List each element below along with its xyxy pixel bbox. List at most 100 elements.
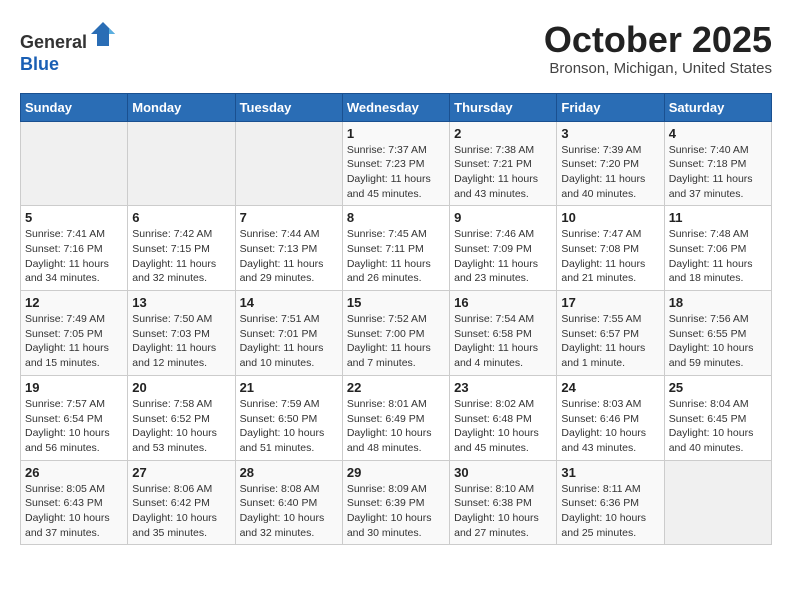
calendar-cell: [235, 121, 342, 206]
calendar-cell: 25 Sunrise: 8:04 AM Sunset: 6:45 PM Dayli…: [664, 375, 771, 460]
day-info: Sunrise: 7:42 AM Sunset: 7:15 PM Dayligh…: [132, 227, 230, 286]
day-info: Sunrise: 7:51 AM Sunset: 7:01 PM Dayligh…: [240, 312, 338, 371]
weekday-header: Friday: [557, 93, 664, 121]
calendar-week-row: 1 Sunrise: 7:37 AM Sunset: 7:23 PM Daylig…: [21, 121, 772, 206]
calendar-cell: 27 Sunrise: 8:06 AM Sunset: 6:42 PM Dayli…: [128, 460, 235, 545]
calendar-cell: 18 Sunrise: 7:56 AM Sunset: 6:55 PM Dayli…: [664, 291, 771, 376]
day-info: Sunrise: 7:46 AM Sunset: 7:09 PM Dayligh…: [454, 227, 552, 286]
calendar-table: SundayMondayTuesdayWednesdayThursdayFrid…: [20, 93, 772, 546]
day-number: 19: [25, 380, 123, 395]
day-info: Sunrise: 7:57 AM Sunset: 6:54 PM Dayligh…: [25, 397, 123, 456]
weekday-header: Thursday: [450, 93, 557, 121]
calendar-cell: 19 Sunrise: 7:57 AM Sunset: 6:54 PM Dayli…: [21, 375, 128, 460]
calendar-cell: 26 Sunrise: 8:05 AM Sunset: 6:43 PM Dayli…: [21, 460, 128, 545]
day-info: Sunrise: 7:38 AM Sunset: 7:21 PM Dayligh…: [454, 143, 552, 202]
weekday-header: Tuesday: [235, 93, 342, 121]
weekday-header: Saturday: [664, 93, 771, 121]
calendar-cell: 28Sunrise: 8:08 AM Sunset: 6:40 PM Dayli…: [235, 460, 342, 545]
day-number: 18: [669, 295, 767, 310]
calendar-cell: 1 Sunrise: 7:37 AM Sunset: 7:23 PM Daylig…: [342, 121, 449, 206]
calendar-cell: 8Sunrise: 7:45 AM Sunset: 7:11 PM Daylig…: [342, 206, 449, 291]
day-number: 30: [454, 465, 552, 480]
day-number: 29: [347, 465, 445, 480]
day-info: Sunrise: 8:04 AM Sunset: 6:45 PM Dayligh…: [669, 397, 767, 456]
day-number: 27: [132, 465, 230, 480]
day-info: Sunrise: 7:52 AM Sunset: 7:00 PM Dayligh…: [347, 312, 445, 371]
calendar-cell: [128, 121, 235, 206]
location: Bronson, Michigan, United States: [544, 60, 772, 77]
day-number: 20: [132, 380, 230, 395]
day-info: Sunrise: 7:39 AM Sunset: 7:20 PM Dayligh…: [561, 143, 659, 202]
calendar-week-row: 26 Sunrise: 8:05 AM Sunset: 6:43 PM Dayli…: [21, 460, 772, 545]
day-number: 4: [669, 126, 767, 141]
weekday-header-row: SundayMondayTuesdayWednesdayThursdayFrid…: [21, 93, 772, 121]
day-number: 12: [25, 295, 123, 310]
calendar-cell: 9 Sunrise: 7:46 AM Sunset: 7:09 PM Daylig…: [450, 206, 557, 291]
day-number: 31: [561, 465, 659, 480]
day-number: 13: [132, 295, 230, 310]
day-number: 25: [669, 380, 767, 395]
calendar-week-row: 19 Sunrise: 7:57 AM Sunset: 6:54 PM Dayli…: [21, 375, 772, 460]
day-number: 15: [347, 295, 445, 310]
day-info: Sunrise: 7:55 AM Sunset: 6:57 PM Dayligh…: [561, 312, 659, 371]
calendar-cell: 29 Sunrise: 8:09 AM Sunset: 6:39 PM Dayli…: [342, 460, 449, 545]
calendar-cell: 30 Sunrise: 8:10 AM Sunset: 6:38 PM Dayli…: [450, 460, 557, 545]
weekday-header: Monday: [128, 93, 235, 121]
day-info: Sunrise: 7:37 AM Sunset: 7:23 PM Dayligh…: [347, 143, 445, 202]
day-info: Sunrise: 7:41 AM Sunset: 7:16 PM Dayligh…: [25, 227, 123, 286]
day-number: 2: [454, 126, 552, 141]
calendar-cell: 16 Sunrise: 7:54 AM Sunset: 6:58 PM Dayli…: [450, 291, 557, 376]
day-number: 8: [347, 210, 445, 225]
day-number: 1: [347, 126, 445, 141]
calendar-cell: [664, 460, 771, 545]
day-number: 5: [25, 210, 123, 225]
day-number: 14: [240, 295, 338, 310]
day-info: Sunrise: 8:09 AM Sunset: 6:39 PM Dayligh…: [347, 482, 445, 541]
day-number: 26: [25, 465, 123, 480]
day-info: Sunrise: 7:56 AM Sunset: 6:55 PM Dayligh…: [669, 312, 767, 371]
title-block: October 2025 Bronson, Michigan, United S…: [544, 20, 772, 77]
day-info: Sunrise: 7:47 AM Sunset: 7:08 PM Dayligh…: [561, 227, 659, 286]
day-number: 11: [669, 210, 767, 225]
calendar-cell: 23Sunrise: 8:02 AM Sunset: 6:48 PM Dayli…: [450, 375, 557, 460]
calendar-cell: 10 Sunrise: 7:47 AM Sunset: 7:08 PM Dayli…: [557, 206, 664, 291]
day-number: 21: [240, 380, 338, 395]
calendar-cell: 4 Sunrise: 7:40 AM Sunset: 7:18 PM Daylig…: [664, 121, 771, 206]
calendar-cell: 31 Sunrise: 8:11 AM Sunset: 6:36 PM Dayli…: [557, 460, 664, 545]
logo-blue: Blue: [20, 54, 59, 74]
day-number: 28: [240, 465, 338, 480]
day-number: 24: [561, 380, 659, 395]
day-number: 3: [561, 126, 659, 141]
calendar-cell: 20 Sunrise: 7:58 AM Sunset: 6:52 PM Dayli…: [128, 375, 235, 460]
day-info: Sunrise: 8:01 AM Sunset: 6:49 PM Dayligh…: [347, 397, 445, 456]
logo-icon: [89, 20, 117, 48]
calendar-cell: 6Sunrise: 7:42 AM Sunset: 7:15 PM Daylig…: [128, 206, 235, 291]
day-info: Sunrise: 7:54 AM Sunset: 6:58 PM Dayligh…: [454, 312, 552, 371]
day-number: 17: [561, 295, 659, 310]
day-info: Sunrise: 7:49 AM Sunset: 7:05 PM Dayligh…: [25, 312, 123, 371]
day-info: Sunrise: 8:10 AM Sunset: 6:38 PM Dayligh…: [454, 482, 552, 541]
day-number: 10: [561, 210, 659, 225]
day-number: 9: [454, 210, 552, 225]
day-info: Sunrise: 7:48 AM Sunset: 7:06 PM Dayligh…: [669, 227, 767, 286]
day-info: Sunrise: 8:05 AM Sunset: 6:43 PM Dayligh…: [25, 482, 123, 541]
day-number: 23: [454, 380, 552, 395]
day-number: 16: [454, 295, 552, 310]
day-info: Sunrise: 7:50 AM Sunset: 7:03 PM Dayligh…: [132, 312, 230, 371]
day-info: Sunrise: 7:58 AM Sunset: 6:52 PM Dayligh…: [132, 397, 230, 456]
calendar-week-row: 5 Sunrise: 7:41 AM Sunset: 7:16 PM Daylig…: [21, 206, 772, 291]
calendar-cell: 2 Sunrise: 7:38 AM Sunset: 7:21 PM Daylig…: [450, 121, 557, 206]
calendar-cell: 15 Sunrise: 7:52 AM Sunset: 7:00 PM Dayli…: [342, 291, 449, 376]
calendar-cell: 24Sunrise: 8:03 AM Sunset: 6:46 PM Dayli…: [557, 375, 664, 460]
day-info: Sunrise: 8:06 AM Sunset: 6:42 PM Dayligh…: [132, 482, 230, 541]
month-title: October 2025: [544, 20, 772, 60]
day-info: Sunrise: 8:11 AM Sunset: 6:36 PM Dayligh…: [561, 482, 659, 541]
page-header: General Blue October 2025 Bronson, Michi…: [20, 20, 772, 77]
day-info: Sunrise: 7:40 AM Sunset: 7:18 PM Dayligh…: [669, 143, 767, 202]
weekday-header: Wednesday: [342, 93, 449, 121]
day-number: 7: [240, 210, 338, 225]
calendar-cell: 17 Sunrise: 7:55 AM Sunset: 6:57 PM Dayli…: [557, 291, 664, 376]
calendar-cell: 14 Sunrise: 7:51 AM Sunset: 7:01 PM Dayli…: [235, 291, 342, 376]
calendar-cell: 5 Sunrise: 7:41 AM Sunset: 7:16 PM Daylig…: [21, 206, 128, 291]
calendar-cell: 22Sunrise: 8:01 AM Sunset: 6:49 PM Dayli…: [342, 375, 449, 460]
